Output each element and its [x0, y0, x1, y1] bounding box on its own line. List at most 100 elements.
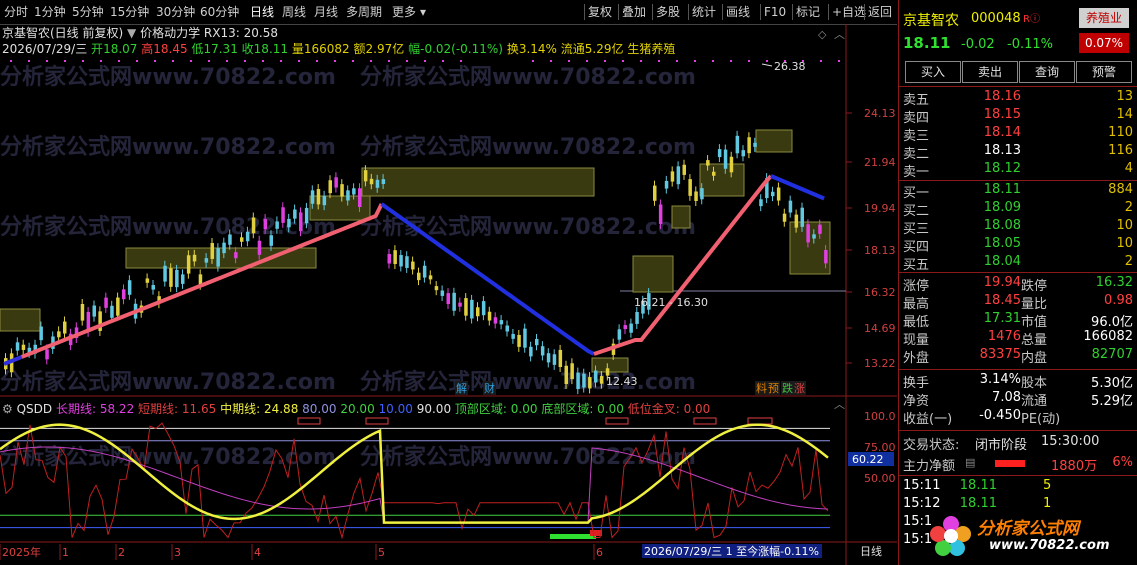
- signal-dot: [622, 60, 624, 62]
- signal-dot: [820, 60, 822, 62]
- period-9[interactable]: 多周期: [346, 3, 382, 21]
- divider: [899, 272, 1137, 273]
- candle-body: [417, 272, 421, 281]
- candle-body: [334, 177, 338, 188]
- tool-8[interactable]: 返回: [868, 3, 892, 21]
- candle-body: [812, 234, 816, 239]
- tool-2[interactable]: 多股: [656, 3, 680, 21]
- flow-bar: [995, 460, 1025, 467]
- info-turn-label: 换: [506, 42, 519, 56]
- candle-body: [163, 265, 167, 282]
- candle-body: [440, 290, 445, 296]
- kline-chart[interactable]: 24.13 21.94 19.94 18.13 16.32 14.69 13.22 分析家公式…: [0, 24, 897, 565]
- list-icon[interactable]: ▤: [965, 456, 975, 469]
- tool-7[interactable]: +自选: [832, 3, 866, 21]
- signal-dot: [280, 60, 282, 62]
- tick-volume: 5: [1043, 478, 1052, 493]
- period-10[interactable]: 更多: [392, 3, 416, 21]
- period-0[interactable]: 分时: [4, 3, 28, 21]
- trade-status: 闭市阶段: [975, 438, 1028, 453]
- tool-1[interactable]: 叠加: [622, 3, 646, 21]
- candle-body: [493, 317, 498, 324]
- alert-button[interactable]: 预警: [1076, 61, 1132, 83]
- ask-label: 卖三: [903, 129, 930, 144]
- signal-dot: [352, 60, 354, 62]
- candle-body: [80, 303, 85, 321]
- tool-5[interactable]: F10: [764, 3, 786, 21]
- info-close-label: 收: [241, 42, 254, 56]
- candle-body: [635, 311, 639, 324]
- info-amt-label: 额: [353, 42, 366, 56]
- bid-row: 买三 18.08 10: [903, 218, 1133, 237]
- signal-dot: [460, 60, 462, 62]
- badge-circle-icon: ⓘ: [1029, 14, 1040, 25]
- period-7[interactable]: 周线: [282, 3, 306, 21]
- tool-6[interactable]: 标记: [796, 3, 820, 21]
- candle-body: [717, 149, 722, 158]
- candle-body: [281, 207, 285, 223]
- stat2-label: 收益(一): [903, 412, 953, 427]
- tick-price: 18.11: [959, 478, 997, 493]
- tool-0[interactable]: 复权: [588, 3, 612, 21]
- signal-dot: [640, 60, 642, 62]
- stat-label2: 内盘: [1021, 351, 1048, 366]
- period-8[interactable]: 月线: [314, 3, 338, 21]
- indicator-axis-label: 50.00: [864, 472, 896, 485]
- candle-body: [352, 188, 356, 195]
- period-2[interactable]: 5分钟: [72, 3, 104, 21]
- candle-body: [682, 164, 686, 175]
- buy-button[interactable]: 买入: [905, 61, 961, 83]
- watermark-text: 分析家公式网www.70822.com: [0, 214, 336, 240]
- info-low: 17.31: [203, 42, 238, 56]
- sector-tag[interactable]: 养殖业: [1079, 8, 1129, 28]
- stat-label: 涨停: [903, 279, 930, 294]
- candle-body: [127, 280, 132, 295]
- period-4[interactable]: 30分钟: [156, 3, 195, 21]
- candle-body: [299, 212, 303, 232]
- query-button[interactable]: 查询: [1019, 61, 1075, 83]
- sell-button[interactable]: 卖出: [962, 61, 1018, 83]
- stat-value: 19.94: [983, 275, 1021, 290]
- more-chevron-icon[interactable]: ▾: [420, 3, 426, 21]
- candle-body: [741, 150, 745, 157]
- top-zone-marker: [747, 417, 773, 425]
- mid-line: [0, 423, 829, 524]
- candle-body: [340, 184, 344, 197]
- indicator-settings-icon[interactable]: ⚙: [2, 402, 13, 416]
- period-6[interactable]: 日线: [250, 3, 274, 21]
- tool-3[interactable]: 统计: [692, 3, 716, 21]
- indicator-axis-label: 100.0: [864, 410, 896, 423]
- period-3[interactable]: 15分钟: [110, 3, 149, 21]
- period-1[interactable]: 1分钟: [34, 3, 66, 21]
- dropdown-icon[interactable]: ▼: [127, 26, 136, 40]
- signal-box: [632, 255, 674, 293]
- period-5[interactable]: 60分钟: [200, 3, 239, 21]
- ask-volume: 14: [1116, 107, 1133, 122]
- candle-body: [257, 240, 262, 255]
- box-mark: 16.21 - 16.30: [634, 296, 708, 309]
- chevron-up-icon: ︿: [834, 398, 845, 411]
- chart-canvas[interactable]: 24.13 21.94 19.94 18.13 16.32 14.69 13.22 分析家公式…: [0, 24, 897, 565]
- stock-code: 000048: [971, 11, 1021, 26]
- info-vol: 166082: [303, 42, 350, 56]
- bid-volume: 884: [1108, 182, 1133, 197]
- candle-body: [310, 190, 315, 204]
- tool-4[interactable]: 画线: [726, 3, 750, 21]
- candle-body: [57, 331, 61, 338]
- current-value-tag: 60.22: [852, 453, 884, 466]
- short-line-label: 短期线: 11.65: [138, 402, 217, 416]
- candle-body: [776, 187, 781, 201]
- stat-row: 涨停 19.94 跌停 16.32: [903, 275, 1133, 294]
- price-axis-label: 16.32: [864, 286, 896, 299]
- quote-panel: 京基智农 000048 Rⓘ 养殖业 18.11 -0.02 -0.11% 0.…: [898, 0, 1137, 565]
- candle-body: [623, 325, 627, 330]
- candle-body: [723, 149, 728, 169]
- bid-label: 买一: [903, 186, 930, 201]
- top-zone-marker: [365, 417, 389, 425]
- ask-volume: 110: [1108, 125, 1133, 140]
- top-zone-label: 顶部区域: 0.00: [454, 402, 538, 416]
- timeline-status: 2026/07/29/三 1 至今涨幅-0.11%: [644, 544, 819, 558]
- event-label: 财: [484, 381, 495, 395]
- candle-body: [582, 373, 586, 388]
- candle-body: [234, 252, 238, 259]
